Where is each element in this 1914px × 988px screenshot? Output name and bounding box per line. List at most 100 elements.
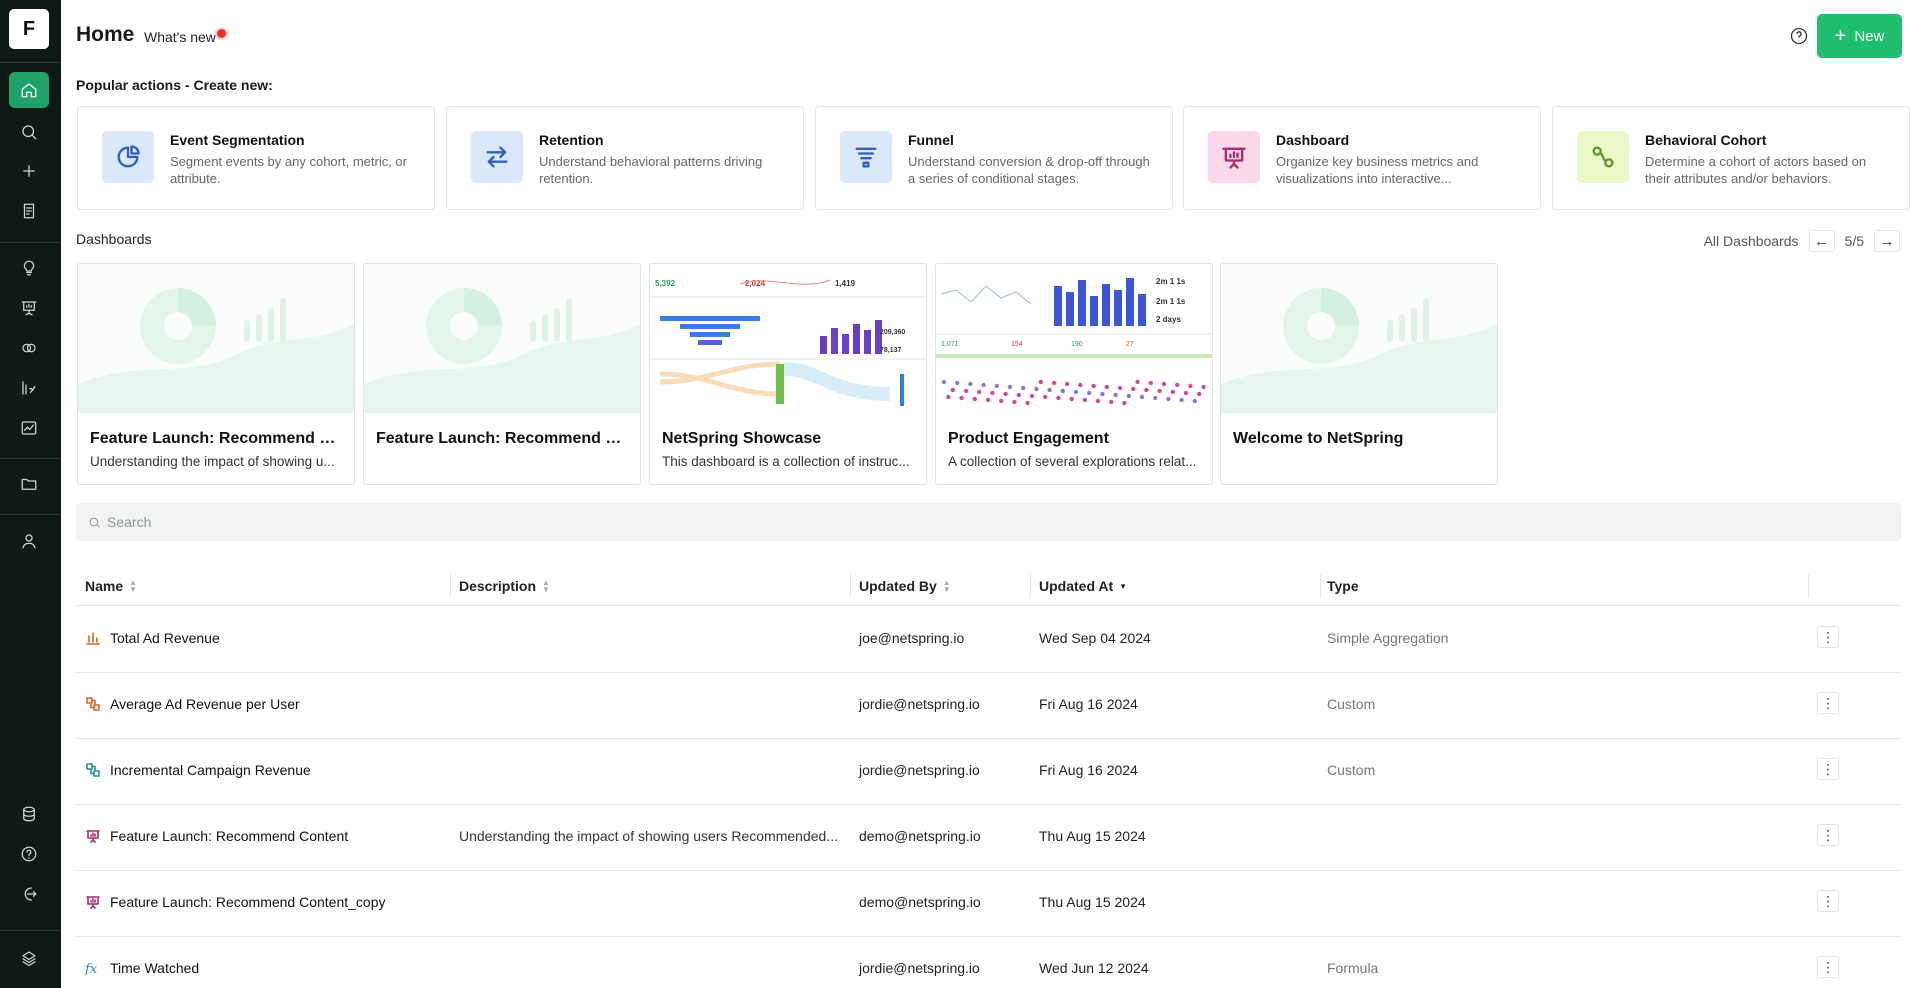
sidebar-item-dashboards[interactable] — [9, 290, 49, 326]
action-title: Retention — [539, 132, 604, 148]
sidebar-item-analytics[interactable] — [9, 410, 49, 446]
popular-actions-label: Popular actions - Create new: — [76, 77, 273, 93]
table-row[interactable]: fx Time Watched jordie@netspring.io Wed … — [76, 936, 1901, 988]
search-bar[interactable] — [76, 503, 1901, 541]
pie-icon — [117, 145, 140, 168]
whats-new-link[interactable]: What's new — [144, 29, 216, 45]
row-menu-button[interactable]: ⋮ — [1817, 692, 1839, 714]
lightbulb-icon — [23, 260, 35, 276]
row-name[interactable]: Average Ad Revenue per User — [110, 696, 300, 712]
sidebar-item-cohorts[interactable] — [9, 330, 49, 366]
plus-icon: + — [1834, 25, 1847, 47]
action-icon — [471, 131, 523, 183]
help-button[interactable] — [1789, 26, 1809, 46]
action-card-event-segmentation[interactable]: Event Segmentation Segment events by any… — [77, 106, 435, 210]
svg-text:5,392: 5,392 — [655, 279, 676, 288]
sidebar-item-folders[interactable] — [9, 466, 49, 502]
table-row[interactable]: Total Ad Revenue joe@netspring.io Wed Se… — [76, 606, 1901, 672]
sidebar-item-reports[interactable] — [9, 193, 49, 229]
row-menu-button[interactable]: ⋮ — [1817, 626, 1839, 648]
showcase-thumbnail-image: 5,392 2,024 1,419 209,360 78,137 — [650, 264, 926, 413]
column-header-name[interactable]: Name ▲ ▼ — [85, 578, 137, 594]
action-card-retention[interactable]: Retention Understand behavioral patterns… — [446, 106, 804, 210]
dashboard-placeholder-image — [1221, 264, 1497, 413]
column-separator[interactable] — [1030, 574, 1031, 598]
custom-metric-icon — [85, 696, 101, 712]
sidebar-item-search[interactable] — [9, 114, 49, 150]
action-card-dashboard[interactable]: Dashboard Organize key business metrics … — [1183, 106, 1541, 210]
org-logo[interactable]: F — [9, 9, 49, 49]
row-updated-by: jordie@netspring.io — [859, 960, 980, 976]
column-separator[interactable] — [1808, 574, 1809, 598]
row-name[interactable]: Time Watched — [110, 960, 199, 976]
column-separator[interactable] — [450, 574, 451, 598]
column-header-description[interactable]: Description ▲ ▼ — [459, 578, 550, 594]
sidebar-divider — [0, 458, 61, 459]
svg-text:2m 1 1s: 2m 1 1s — [1156, 297, 1186, 306]
sidebar-item-home[interactable] — [9, 72, 49, 108]
search-input[interactable] — [107, 514, 1807, 530]
all-dashboards-link[interactable]: All Dashboards — [1704, 233, 1799, 249]
formula-icon: fx — [84, 960, 101, 977]
new-button[interactable]: + New — [1817, 14, 1902, 58]
column-separator[interactable] — [1320, 574, 1321, 598]
table-row[interactable]: Incremental Campaign Revenue jordie@nets… — [76, 738, 1901, 804]
sidebar-item-help[interactable] — [9, 836, 49, 872]
sidebar-item-brand[interactable] — [9, 940, 49, 976]
sidebar-item-metrics[interactable] — [9, 370, 49, 406]
action-card-behavioral-cohort[interactable]: Behavioral Cohort Determine a cohort of … — [1552, 106, 1910, 210]
column-header-updated-by[interactable]: Updated By ▲ ▼ — [859, 578, 951, 594]
sidebar-item-logout[interactable] — [9, 876, 49, 912]
dashboard-card-description: Understanding the impact of showing u... — [90, 454, 335, 469]
row-updated-at: Fri Aug 16 2024 — [1039, 696, 1138, 712]
action-card-funnel[interactable]: Funnel Understand conversion & drop-off … — [815, 106, 1173, 210]
row-menu-button[interactable]: ⋮ — [1817, 956, 1839, 978]
column-header-type[interactable]: Type — [1327, 578, 1359, 594]
sidebar-divider — [0, 514, 61, 515]
sidebar-item-insights[interactable] — [9, 250, 49, 286]
next-page-button[interactable]: → — [1874, 230, 1900, 252]
table-row[interactable]: Feature Launch: Recommend Content Unders… — [76, 804, 1901, 870]
dashboard-card[interactable]: 5,392 2,024 1,419 209,360 78,137 NetSpri… — [649, 263, 927, 485]
sidebar-item-create[interactable] — [9, 153, 49, 189]
table-row[interactable]: Average Ad Revenue per User jordie@netsp… — [76, 672, 1901, 738]
svg-text:78,137: 78,137 — [880, 347, 902, 354]
user-icon — [22, 534, 36, 549]
dashboard-card[interactable]: Feature Launch: Recommend Con... — [363, 263, 641, 485]
column-separator[interactable] — [850, 574, 851, 598]
row-type: Formula — [1327, 960, 1379, 976]
row-name[interactable]: Feature Launch: Recommend Content — [110, 828, 348, 844]
action-title: Event Segmentation — [170, 132, 305, 148]
action-icon — [1208, 131, 1260, 183]
column-header-updated-at[interactable]: Updated At ▼ — [1039, 578, 1127, 594]
folder-icon — [21, 478, 37, 490]
sidebar-divider — [0, 242, 61, 243]
row-updated-by: jordie@netspring.io — [859, 696, 980, 712]
row-name[interactable]: Feature Launch: Recommend Content_copy — [110, 894, 386, 910]
row-updated-at: Wed Sep 04 2024 — [1039, 630, 1151, 646]
row-updated-by: demo@netspring.io — [859, 828, 981, 844]
sidebar-item-users[interactable] — [9, 523, 49, 559]
svg-text:154: 154 — [1011, 341, 1023, 348]
dashboard-card[interactable]: Welcome to NetSpring — [1220, 263, 1498, 485]
dashboard-card[interactable]: 2m 1 1s 2m 1 1s 2 days 1,071 154 190 27 … — [935, 263, 1213, 485]
prev-page-button[interactable]: ← — [1808, 230, 1835, 252]
database-icon — [23, 806, 35, 822]
action-title: Dashboard — [1276, 132, 1350, 148]
row-menu-button[interactable]: ⋮ — [1817, 890, 1839, 912]
sidebar-item-data[interactable] — [9, 796, 49, 832]
svg-text:1,071: 1,071 — [941, 341, 959, 348]
dashboard-card[interactable]: Feature Launch: Recommend Con... Underst… — [77, 263, 355, 485]
table-row[interactable]: Feature Launch: Recommend Content_copy d… — [76, 870, 1901, 936]
row-updated-at: Thu Aug 15 2024 — [1039, 828, 1146, 844]
row-menu-button[interactable]: ⋮ — [1817, 758, 1839, 780]
logout-icon — [24, 887, 37, 901]
sort-icon: ▲ ▼ — [942, 578, 951, 594]
row-type: Custom — [1327, 696, 1376, 712]
circles-icon — [22, 343, 36, 353]
svg-text:1,419: 1,419 — [835, 279, 856, 288]
row-name[interactable]: Total Ad Revenue — [110, 630, 220, 646]
row-name[interactable]: Incremental Campaign Revenue — [110, 762, 311, 778]
row-menu-button[interactable]: ⋮ — [1817, 824, 1839, 846]
page-title: Home — [76, 23, 135, 46]
